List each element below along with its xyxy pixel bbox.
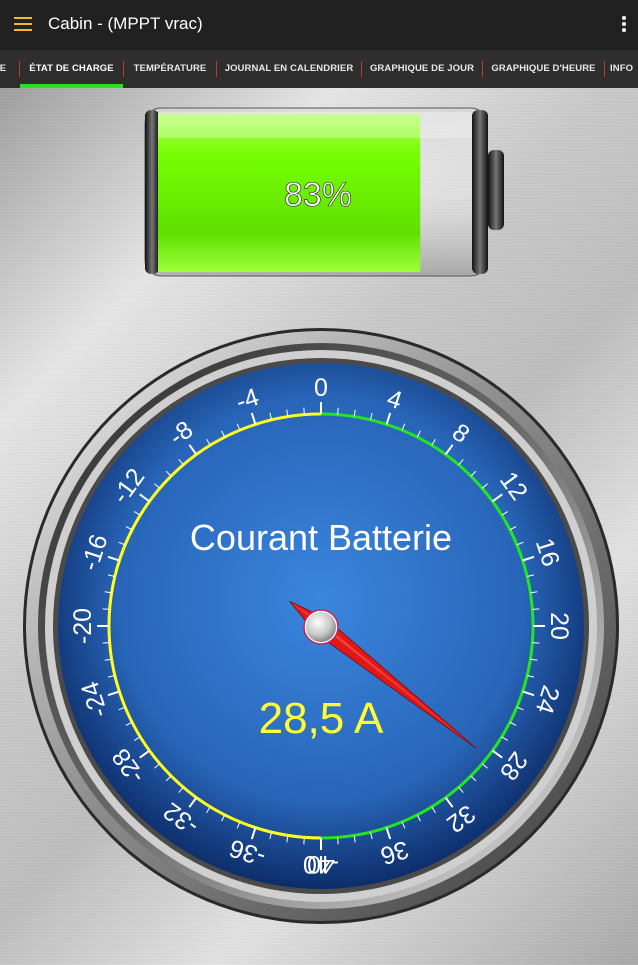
tab-bar: E ÉTAT DE CHARGE TEMPÉRATURE JOURNAL EN … — [0, 50, 638, 88]
app-title: Cabin - (MPPT vrac) — [48, 14, 203, 33]
more-vert-icon[interactable] — [622, 16, 626, 34]
gauge-title: Courant Batterie — [190, 517, 452, 558]
tab-graphique-jour[interactable]: GRAPHIQUE DE JOUR — [362, 50, 482, 88]
minor-tick — [337, 407, 339, 415]
dashboard-graphic: 83% -40-36-32-28-24-20-16-12-8-4 0 4812162… — [23, 107, 619, 924]
gauge-tick-label: 40 — [307, 850, 335, 878]
menu-icon[interactable] — [14, 17, 32, 31]
minor-tick — [303, 407, 305, 415]
content-area: 83% -40 -36 -32 -28 -24 -20 -16 -12 -8 -4 0 4 8 12 16 2… — [0, 88, 638, 965]
tab-etat-de-charge[interactable]: ÉTAT DE CHARGE — [20, 50, 123, 88]
tab-partial-left[interactable]: E — [0, 50, 12, 88]
minor-tick — [102, 608, 110, 610]
minor-tick — [532, 642, 540, 644]
tab-graphique-heure[interactable]: GRAPHIQUE D'HEURE — [483, 50, 604, 88]
tab-temperature[interactable]: TEMPÉRATURE — [124, 50, 216, 88]
battery-percent: 83% — [284, 176, 352, 214]
tab-journal-calendrier[interactable]: JOURNAL EN CALENDRIER — [217, 50, 361, 88]
gauge-value: 28,5 A — [259, 694, 384, 743]
minor-tick — [532, 608, 540, 610]
needle-hub — [306, 612, 336, 642]
gauge-tick-label: 20 — [545, 612, 573, 640]
app-bar: Cabin - (MPPT vrac) — [0, 0, 638, 50]
gauge-tick-label: -20 — [69, 608, 97, 644]
tab-info[interactable]: INFO — [610, 50, 638, 88]
current-gauge: -40-36-32-28-24-20-16-12-8-4 0 48121620242… — [23, 328, 619, 924]
minor-tick — [102, 642, 110, 644]
gauge-tick-label: 0 — [314, 374, 328, 402]
minor-tick — [303, 837, 305, 845]
battery-icon: 83% — [144, 107, 504, 277]
minor-tick — [337, 837, 339, 845]
